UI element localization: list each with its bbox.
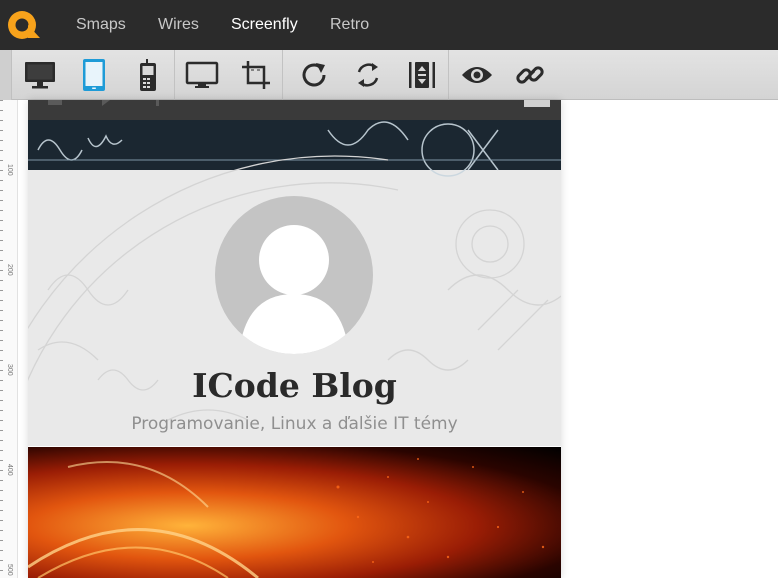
ruler-label-400: 400 <box>6 464 13 476</box>
desktop-icon <box>25 62 55 89</box>
app-logo[interactable] <box>6 8 44 42</box>
site-title[interactable]: ICode Blog <box>28 366 561 405</box>
site-header-icons <box>48 100 550 107</box>
device-toolbar <box>0 50 778 100</box>
mobile-phone-icon <box>139 59 156 91</box>
toolbar-grip <box>0 50 12 100</box>
crop-icon <box>241 61 270 89</box>
rotate-button[interactable] <box>341 50 395 100</box>
tablet-button[interactable] <box>67 50 121 100</box>
ruler-label-300: 300 <box>6 364 13 376</box>
ruler-label-500: 500 <box>6 564 13 576</box>
site-header-bar <box>28 100 561 120</box>
rotate-icon <box>357 63 379 87</box>
device-viewport[interactable]: ICode Blog Programovanie, Linux a ďalšie… <box>28 100 561 578</box>
preview-button[interactable] <box>450 50 504 100</box>
site-hero: ICode Blog Programovanie, Linux a ďalšie… <box>28 120 561 446</box>
nav-link-wires[interactable]: Wires <box>158 16 199 34</box>
eye-icon <box>462 67 492 83</box>
vertical-ruler: 100 200 300 400 500 <box>0 100 18 578</box>
mobile-button[interactable] <box>121 50 175 100</box>
top-navbar: Smaps Wires Screenfly Retro <box>0 0 778 50</box>
ruler-label-100: 100 <box>6 164 13 176</box>
scroll-icon <box>408 62 435 88</box>
desktop-button[interactable] <box>13 50 67 100</box>
nav-link-screenfly[interactable]: Screenfly <box>231 16 298 34</box>
share-link-button[interactable] <box>503 50 557 100</box>
avatar-silhouette-icon <box>239 225 349 354</box>
site-tagline: Programovanie, Linux a ďalšie IT témy <box>131 414 458 434</box>
nav-link-smaps[interactable]: Smaps <box>76 16 126 34</box>
nav-link-retro[interactable]: Retro <box>330 16 369 34</box>
avatar <box>215 196 373 354</box>
refresh-icon <box>302 63 326 87</box>
crop-button[interactable] <box>229 50 283 100</box>
link-icon <box>516 66 544 84</box>
scroll-button[interactable] <box>395 50 449 100</box>
ruler-label-200: 200 <box>6 264 13 276</box>
television-icon <box>185 61 219 88</box>
tablet-icon <box>83 59 105 91</box>
solar-flare-image <box>28 458 545 578</box>
refresh-button[interactable] <box>287 50 341 100</box>
television-button[interactable] <box>175 50 229 100</box>
post-featured-image[interactable] <box>28 447 561 578</box>
